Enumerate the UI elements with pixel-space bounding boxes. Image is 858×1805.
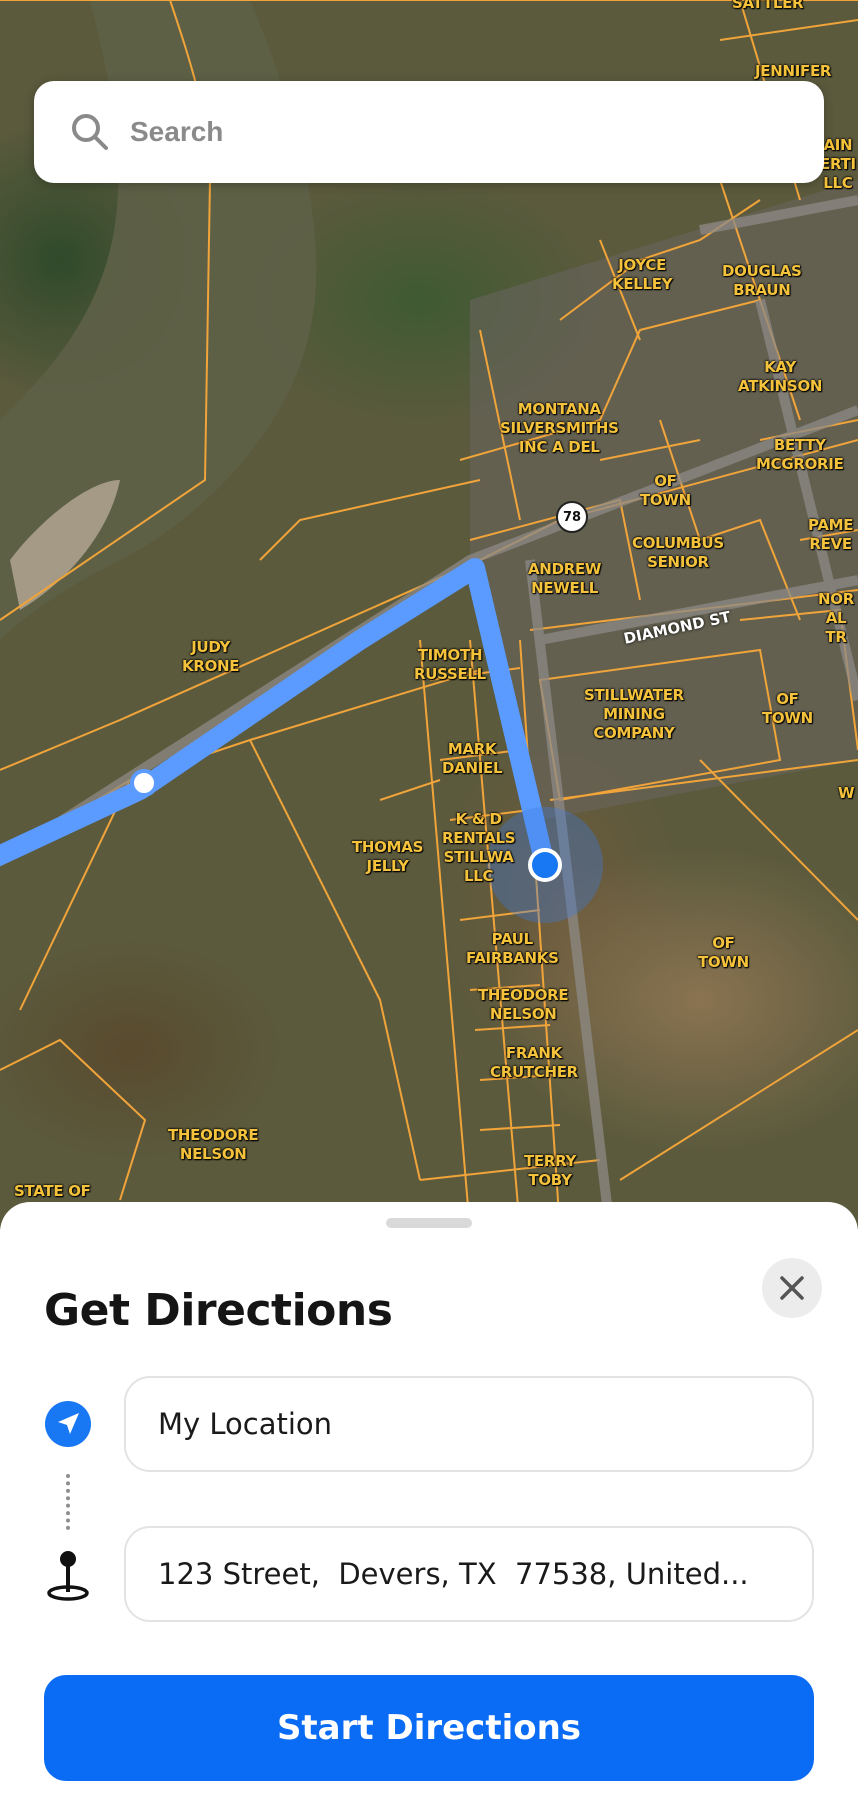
parcel-label-pame: PAME REVE (808, 516, 854, 553)
close-button[interactable] (762, 1258, 822, 1318)
parcel-label-douglas: DOUGLAS BRAUN (722, 262, 802, 299)
parcel-label-oftown-3: OF TOWN (698, 934, 749, 971)
directions-sheet: Get Directions Start Directions (0, 1202, 858, 1805)
navigation-arrow-icon (45, 1401, 91, 1447)
destination-input[interactable] (158, 1557, 798, 1591)
parcel-label-oftown-2: OF TOWN (762, 690, 813, 727)
parcel-label-ain: AIN ERTI LLC (820, 136, 856, 192)
origin-input[interactable] (158, 1407, 798, 1441)
parcel-label-joyce: JOYCE KELLEY (612, 256, 673, 293)
parcel-label-columbus: COLUMBUS SENIOR (632, 534, 724, 571)
parcel-label-oftown-1: OF TOWN (640, 472, 691, 509)
parcel-label-nor: NOR AL TR (818, 590, 854, 646)
parcel-label-mark: MARK DANIEL (442, 740, 503, 777)
route-shield-78: 78 (556, 501, 588, 533)
sheet-title: Get Directions (44, 1285, 393, 1336)
parcel-label-judy: JUDY KRONE (182, 638, 240, 675)
parcel-label-kay: KAY ATKINSON (738, 358, 823, 395)
destination-field[interactable] (124, 1526, 814, 1622)
parcel-label-stateof: STATE OF (14, 1182, 91, 1200)
route-connector-dots (66, 1474, 70, 1530)
parcel-label-sattler: SATTLER (732, 0, 804, 12)
current-location-dot (528, 848, 562, 882)
start-directions-button[interactable]: Start Directions (44, 1675, 814, 1781)
parcel-label-kd: K & D RENTALS STILLWA LLC (442, 810, 516, 885)
parcel-label-w: W (838, 784, 855, 802)
parcel-label-paul: PAUL FAIRBANKS (466, 930, 559, 967)
parcel-label-frank: FRANK CRUTCHER (490, 1044, 578, 1081)
map-view[interactable]: SATTLER JENNIFER N AIN ERTI LLC JOYCE KE… (0, 0, 858, 1230)
parcel-label-terry: TERRY TOBY (524, 1152, 577, 1189)
search-bar[interactable] (34, 81, 824, 183)
search-icon (72, 114, 108, 150)
close-icon (780, 1276, 804, 1300)
search-input[interactable] (130, 116, 770, 148)
parcel-label-thomas: THOMAS JELLY (352, 838, 424, 875)
parcel-label-theodore-1: THEODORE NELSON (478, 986, 569, 1023)
origin-field[interactable] (124, 1376, 814, 1472)
route-waypoint (130, 769, 158, 797)
parcel-label-andrew: ANDREW NEWELL (528, 560, 602, 597)
parcel-label-timothy: TIMOTH RUSSELL (414, 646, 486, 683)
parcel-label-montana: MONTANA SILVERSMITHS INC A DEL (500, 400, 619, 456)
parcel-label-stillwater: STILLWATER MINING COMPANY (584, 686, 684, 742)
destination-pin-icon (47, 1551, 89, 1601)
parcel-label-theodore-2: THEODORE NELSON (168, 1126, 259, 1163)
sheet-grabber[interactable] (386, 1218, 472, 1228)
parcel-label-betty: BETTY MCGRORIE (756, 436, 844, 473)
